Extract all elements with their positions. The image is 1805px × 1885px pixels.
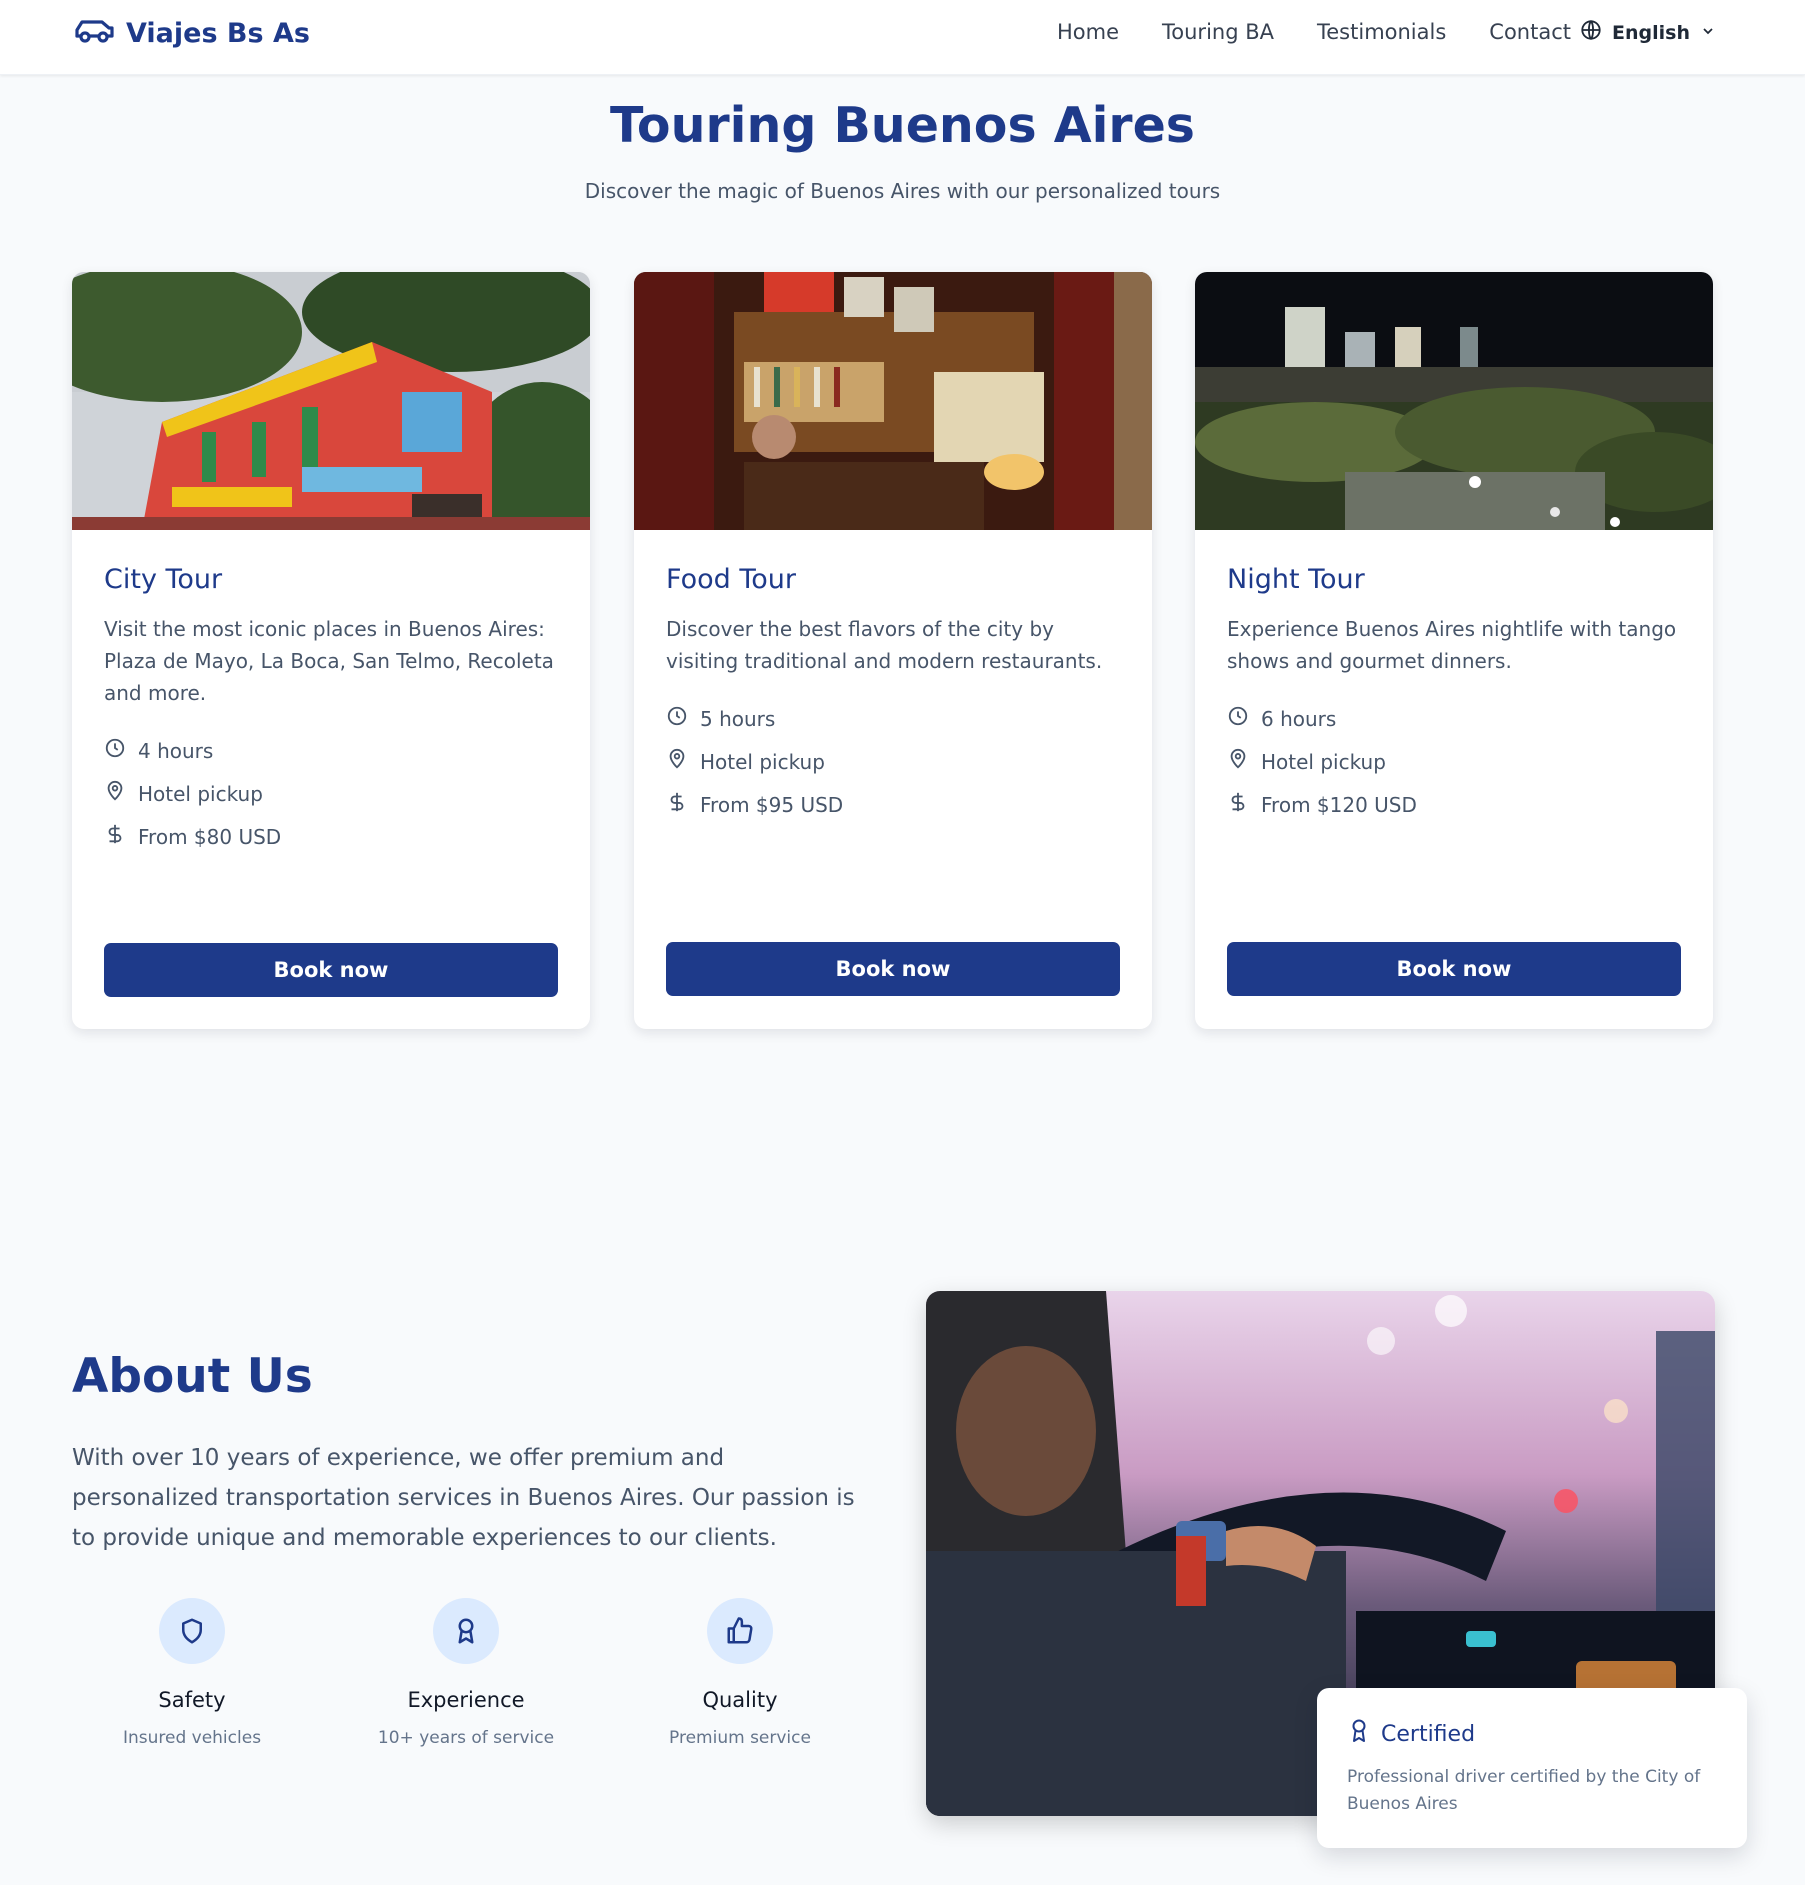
clock-icon	[104, 737, 126, 764]
pickup-text: Hotel pickup	[1261, 749, 1386, 774]
globe-icon	[1580, 19, 1602, 46]
price-text: From $80 USD	[138, 824, 282, 849]
city-tour-image	[72, 272, 590, 530]
tour-pickup: Hotel pickup	[104, 772, 558, 815]
tour-title: Night Tour	[1227, 564, 1365, 595]
nav-testimonials[interactable]: Testimonials	[1317, 20, 1446, 44]
duration-text: 4 hours	[138, 738, 214, 763]
tour-title: City Tour	[104, 564, 223, 595]
language-label: English	[1612, 21, 1690, 44]
pickup-text: Hotel pickup	[700, 749, 825, 774]
tour-duration: 6 hours	[1227, 697, 1681, 740]
tour-price: From $80 USD	[104, 815, 558, 858]
navbar: Viajes Bs As Home Touring BA Testimonial…	[0, 0, 1805, 75]
about-title: About Us	[72, 1349, 313, 1404]
tour-description: Visit the most iconic places in Buenos A…	[104, 617, 554, 705]
dollar-icon	[104, 823, 126, 850]
feature-safety: Safety Insured vehicles	[62, 1598, 322, 1748]
feature-title: Quality	[702, 1688, 778, 1712]
book-now-button[interactable]: Book now	[666, 942, 1120, 996]
tour-price: From $120 USD	[1227, 783, 1681, 826]
nav-contact[interactable]: Contact	[1489, 20, 1571, 44]
dollar-icon	[666, 791, 688, 818]
car-icon	[72, 14, 116, 53]
night-tour-image	[1195, 272, 1713, 530]
price-text: From $95 USD	[700, 792, 844, 817]
tour-price: From $95 USD	[666, 783, 1120, 826]
tour-duration: 5 hours	[666, 697, 1120, 740]
feature-experience: Experience 10+ years of service	[336, 1598, 596, 1748]
feature-title: Experience	[407, 1688, 525, 1712]
about-text: With over 10 years of experience, we off…	[72, 1445, 855, 1551]
tour-description: Experience Buenos Aires nightlife with t…	[1227, 617, 1677, 673]
badge-text: Professional driver certified by the Cit…	[1347, 1767, 1701, 1814]
tour-card-night: Night Tour Experience Buenos Aires night…	[1195, 272, 1713, 1029]
shield-icon	[159, 1598, 225, 1664]
duration-text: 5 hours	[700, 706, 776, 731]
nav-touring-ba[interactable]: Touring BA	[1162, 20, 1274, 44]
brand-name: Viajes Bs As	[126, 18, 310, 49]
tour-description: Discover the best flavors of the city by…	[666, 617, 1103, 673]
book-now-button[interactable]: Book now	[104, 943, 558, 997]
pickup-text: Hotel pickup	[138, 781, 263, 806]
clock-icon	[1227, 705, 1249, 732]
page-subtitle: Discover the magic of Buenos Aires with …	[584, 179, 1221, 203]
language-selector[interactable]: English	[1580, 19, 1716, 46]
award-icon	[1347, 1718, 1371, 1750]
clock-icon	[666, 705, 688, 732]
tour-card-city: City Tour Visit the most iconic places i…	[72, 272, 590, 1029]
feature-title: Safety	[158, 1688, 226, 1712]
feature-quality: Quality Premium service	[610, 1598, 870, 1748]
tour-card-food: Food Tour Discover the best flavors of t…	[634, 272, 1152, 1029]
feature-subtitle: 10+ years of service	[377, 1728, 555, 1748]
badge-title: Certified	[1381, 1721, 1476, 1747]
feature-subtitle: Insured vehicles	[122, 1728, 262, 1748]
map-pin-icon	[104, 780, 126, 807]
award-icon	[433, 1598, 499, 1664]
map-pin-icon	[666, 748, 688, 775]
book-now-button[interactable]: Book now	[1227, 942, 1681, 996]
duration-text: 6 hours	[1261, 706, 1337, 731]
map-pin-icon	[1227, 748, 1249, 775]
tour-pickup: Hotel pickup	[666, 740, 1120, 783]
certified-badge: Certified Professional driver certified …	[1317, 1688, 1747, 1848]
nav-home[interactable]: Home	[1057, 20, 1119, 44]
page-title: Touring Buenos Aires	[610, 97, 1195, 154]
tour-duration: 4 hours	[104, 729, 558, 772]
thumbs-up-icon	[707, 1598, 773, 1664]
brand-logo[interactable]: Viajes Bs As	[72, 14, 310, 53]
tour-pickup: Hotel pickup	[1227, 740, 1681, 783]
main-menu: Home Touring BA Testimonials Contact	[1057, 20, 1571, 44]
food-tour-image	[634, 272, 1152, 530]
tour-title: Food Tour	[666, 564, 796, 595]
dollar-icon	[1227, 791, 1249, 818]
price-text: From $120 USD	[1261, 792, 1417, 817]
feature-subtitle: Premium service	[669, 1728, 811, 1748]
chevron-down-icon	[1700, 22, 1716, 44]
